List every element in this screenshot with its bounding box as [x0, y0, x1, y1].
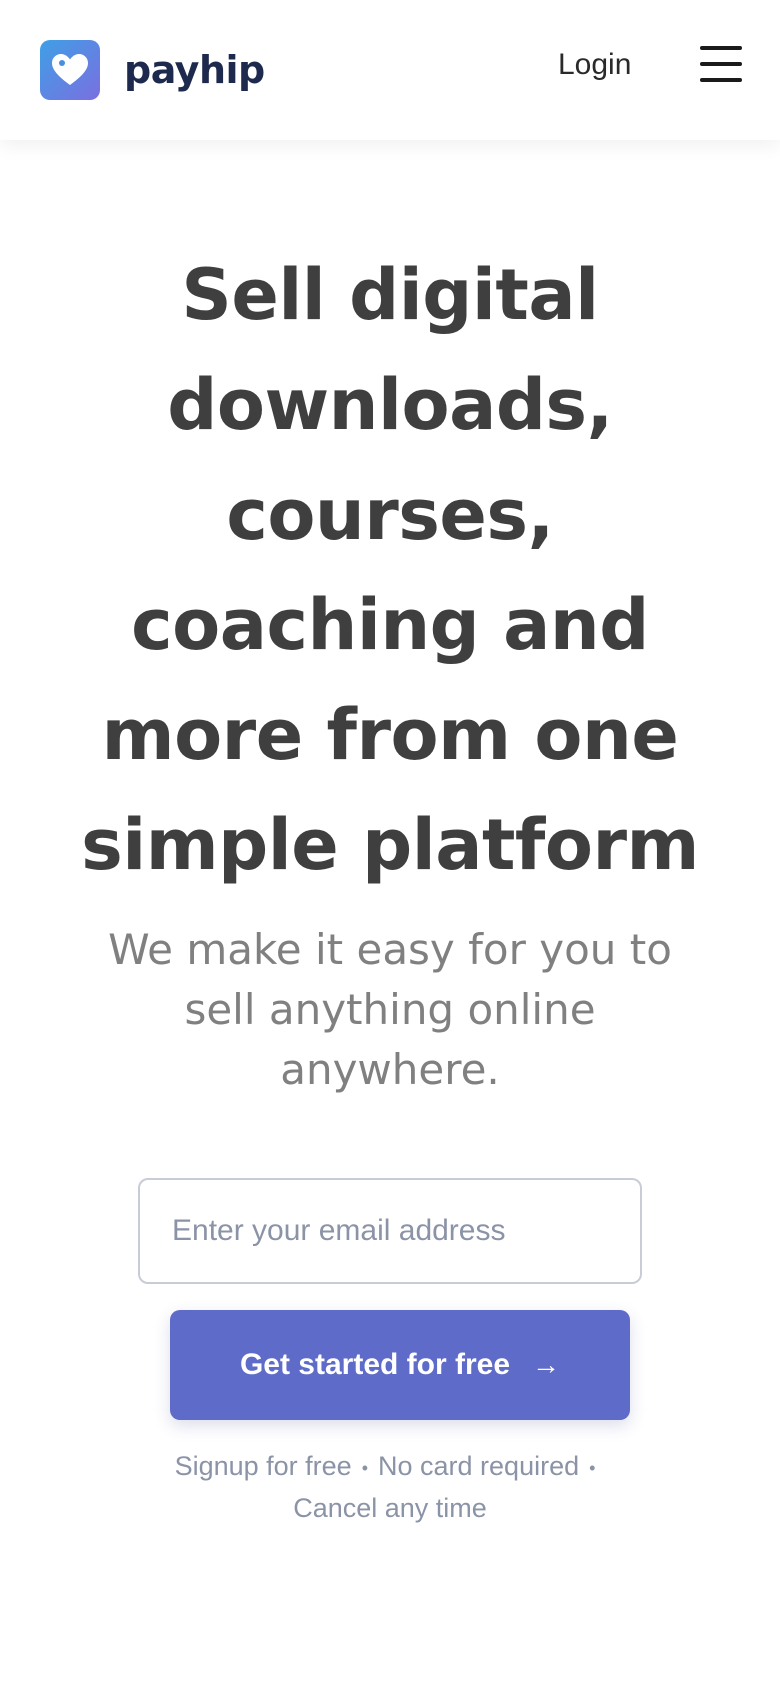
get-started-button[interactable]: Get started for free → — [170, 1310, 630, 1420]
fineprint-signup-free: Signup for free — [174, 1451, 352, 1481]
hero-subheadline: We make it easy for you to sell anything… — [108, 925, 672, 1094]
menu-bar-middle — [700, 62, 742, 66]
site-header: payhip Login — [0, 0, 780, 140]
signup-fineprint: Signup for free • No card required • Cancel… — [120, 1446, 660, 1528]
arrow-right-icon: → — [532, 1349, 561, 1380]
payhip-logo-link[interactable]: payhip — [40, 40, 265, 100]
email-input[interactable] — [138, 1178, 642, 1284]
login-link[interactable]: Login — [558, 45, 631, 85]
menu-bar-top — [700, 46, 742, 50]
fineprint-cancel-anytime: Cancel any time — [293, 1492, 487, 1523]
hero-headline: Sell digital downloads, courses, coachin… — [81, 254, 699, 886]
heart-tag-icon — [40, 40, 100, 100]
fineprint-no-card: No card required — [378, 1451, 580, 1481]
get-started-label: Get started for free — [239, 1348, 511, 1381]
bullet-separator: • — [589, 1457, 596, 1478]
bullet-separator: • — [361, 1457, 368, 1478]
menu-bar-bottom — [700, 78, 742, 82]
hamburger-menu-icon[interactable] — [700, 46, 742, 82]
brand-name: payhip — [124, 48, 265, 92]
